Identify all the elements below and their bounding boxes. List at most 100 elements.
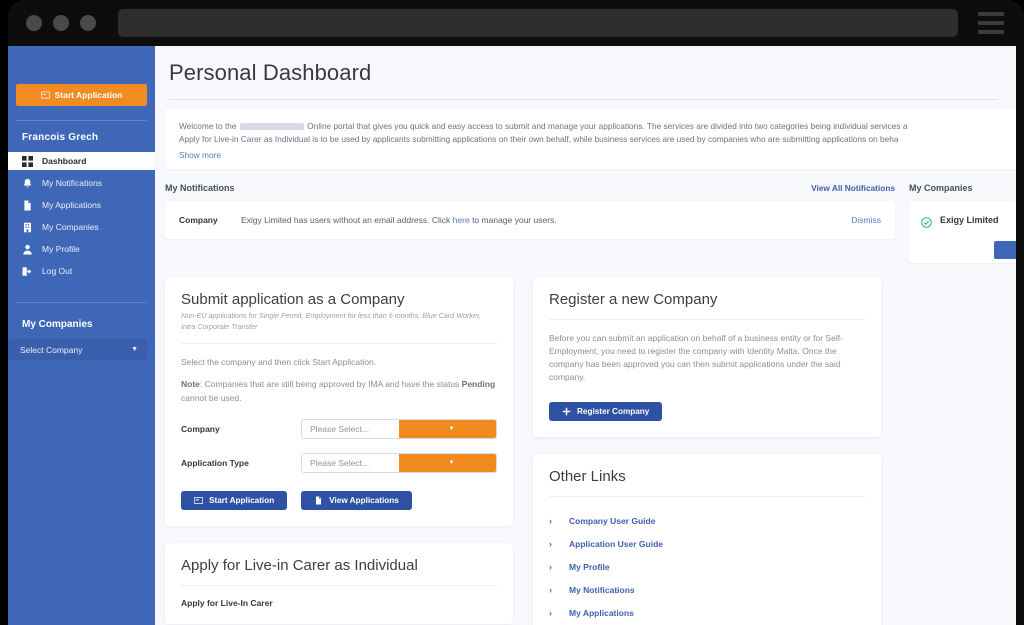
redacted-brand-name (239, 123, 304, 130)
view-applications-button[interactable]: View Applications (301, 490, 412, 510)
sidebar-item-my-notifications[interactable]: My Notifications (8, 174, 155, 192)
submit-card-subtitle: Non-EU applications for Single Permit, E… (181, 310, 482, 331)
my-companies-section-header: My Companies (909, 183, 1016, 201)
submit-application-card: Submit application as a Company Non-EU a… (165, 276, 513, 526)
show-more-link[interactable]: Show more (179, 150, 1016, 160)
dismiss-notification-button[interactable]: Dismiss (851, 215, 881, 225)
note-text-2: cannot be used. (181, 392, 242, 403)
browser-chrome-bar (8, 0, 1024, 46)
other-link-company-user-guide[interactable]: › Company User Guide (549, 509, 865, 532)
close-window-dot[interactable] (26, 15, 42, 31)
right-column: Register a new Company Before you can su… (533, 276, 881, 625)
sidebar-item-my-profile[interactable]: My Profile (8, 240, 155, 258)
other-link-my-notifications[interactable]: › My Notifications (549, 578, 865, 601)
chevron-right-icon: › (549, 515, 552, 526)
chevron-right-icon: › (549, 607, 552, 618)
sidebar-item-my-companies[interactable]: My Companies (8, 218, 155, 236)
other-links-title: Other Links (549, 468, 626, 486)
company-action-button[interactable] (994, 240, 1016, 259)
carer-card-link[interactable]: Apply for Live-In Carer (181, 598, 497, 608)
chevron-down-icon: ▼ (131, 346, 138, 353)
start-application-label: Start Application (209, 495, 275, 505)
main-content: Personal Dashboard Welcome to the Online… (155, 46, 1016, 625)
other-link-label: My Notifications (569, 584, 635, 595)
other-links-list: › Company User Guide › Application User … (549, 509, 865, 624)
sidebar-start-application-label: Start Application (54, 90, 123, 100)
card-divider (549, 496, 865, 498)
register-card-title: Register a new Company (549, 290, 718, 308)
register-card-body: Before you can submit an application on … (549, 332, 843, 383)
company-list-item[interactable]: Exigy Limited (921, 215, 999, 228)
notification-text-before: Exigy Limited has users without an email… (241, 214, 451, 225)
submit-card-note: Note: Companies that are still being app… (181, 378, 497, 404)
other-link-my-profile[interactable]: › My Profile (549, 555, 865, 578)
start-application-button[interactable]: Start Application (181, 490, 288, 510)
address-bar[interactable] (118, 9, 958, 37)
sidebar-username: Francois Grech (22, 132, 99, 143)
notification-here-link[interactable]: here (453, 215, 470, 225)
other-link-label: My Profile (569, 561, 610, 572)
maximize-window-dot[interactable] (80, 15, 96, 31)
hamburger-menu-icon[interactable] (972, 12, 1010, 34)
view-all-notifications-link[interactable]: View All Notifications (811, 183, 895, 193)
note-bold: Pending (461, 379, 496, 390)
browser-window: Start Application Francois Grech Dashboa… (8, 0, 1024, 625)
notifications-section-title: My Notifications (165, 182, 235, 193)
grid-icon (22, 155, 33, 167)
card-divider (549, 318, 865, 320)
sidebar-item-label: My Profile (42, 244, 80, 254)
logout-icon (22, 266, 33, 277)
submit-card-buttons: Start Application View Applications (181, 490, 497, 510)
sidebar-company-select[interactable]: Select Company ▼ (8, 339, 147, 360)
welcome-text-after: Online portal that gives you quick and e… (307, 121, 908, 131)
notifications-companies-row: My Notifications View All Notifications … (155, 183, 1016, 263)
company-select-input[interactable]: Please Select... ▼ (301, 418, 497, 439)
title-divider (169, 99, 998, 100)
sidebar-start-application-button[interactable]: Start Application (16, 84, 147, 106)
notification-message: Exigy Limited has users without an email… (241, 215, 851, 225)
plus-icon (562, 408, 571, 416)
page-viewport: Start Application Francois Grech Dashboa… (8, 46, 1016, 625)
other-link-label: Application User Guide (569, 538, 663, 549)
application-type-select-input[interactable]: Please Select... ▼ (301, 452, 497, 473)
building-icon (22, 222, 33, 233)
note-label: Note (181, 379, 200, 390)
sidebar: Start Application Francois Grech Dashboa… (8, 46, 155, 625)
chevron-right-icon: › (549, 584, 552, 595)
sidebar-item-label: My Notifications (42, 178, 102, 188)
file-icon (22, 200, 33, 211)
chevron-right-icon: › (549, 561, 552, 572)
left-column: Submit application as a Company Non-EU a… (165, 276, 513, 625)
chevron-down-icon: ▼ (399, 419, 496, 438)
register-company-label: Register Company (577, 407, 650, 417)
sidebar-item-dashboard[interactable]: Dashboard (8, 152, 155, 170)
card-divider (181, 343, 497, 345)
minimize-window-dot[interactable] (53, 15, 69, 31)
sidebar-item-label: Log Out (42, 266, 73, 276)
welcome-panel: Welcome to the Online portal that gives … (165, 109, 1016, 169)
view-applications-label: View Applications (329, 495, 399, 505)
other-link-application-user-guide[interactable]: › Application User Guide (549, 532, 865, 555)
sidebar-item-my-applications[interactable]: My Applications (8, 196, 155, 214)
notification-row: Company Exigy Limited has users without … (165, 200, 895, 239)
register-company-button[interactable]: Register Company (549, 402, 663, 422)
sidebar-item-log-out[interactable]: Log Out (8, 262, 155, 280)
sidebar-company-select-value: Select Company (20, 344, 83, 355)
sidebar-item-label: Dashboard (42, 156, 87, 166)
file-icon (316, 496, 322, 505)
company-select-value: Please Select... (310, 423, 370, 434)
other-link-label: Company User Guide (569, 515, 656, 526)
page-title: Personal Dashboard (169, 60, 372, 85)
notifications-column: My Notifications View All Notifications … (165, 183, 895, 263)
other-links-card: Other Links › Company User Guide › Appli… (533, 454, 881, 625)
company-name: Exigy Limited (940, 215, 999, 226)
notification-category: Company (179, 214, 218, 225)
other-link-label: My Applications (569, 607, 634, 618)
register-card-buttons: Register Company (549, 402, 865, 422)
card-icon (194, 496, 203, 504)
welcome-line-2: Apply for Live-in Carer as Individual is… (179, 133, 899, 144)
company-field-label: Company (181, 423, 220, 434)
other-link-my-applications[interactable]: › My Applications (549, 601, 865, 624)
live-in-carer-card: Apply for Live-in Carer as Individual Ap… (165, 542, 513, 624)
application-type-field-row: Application Type Please Select... ▼ (181, 452, 497, 473)
